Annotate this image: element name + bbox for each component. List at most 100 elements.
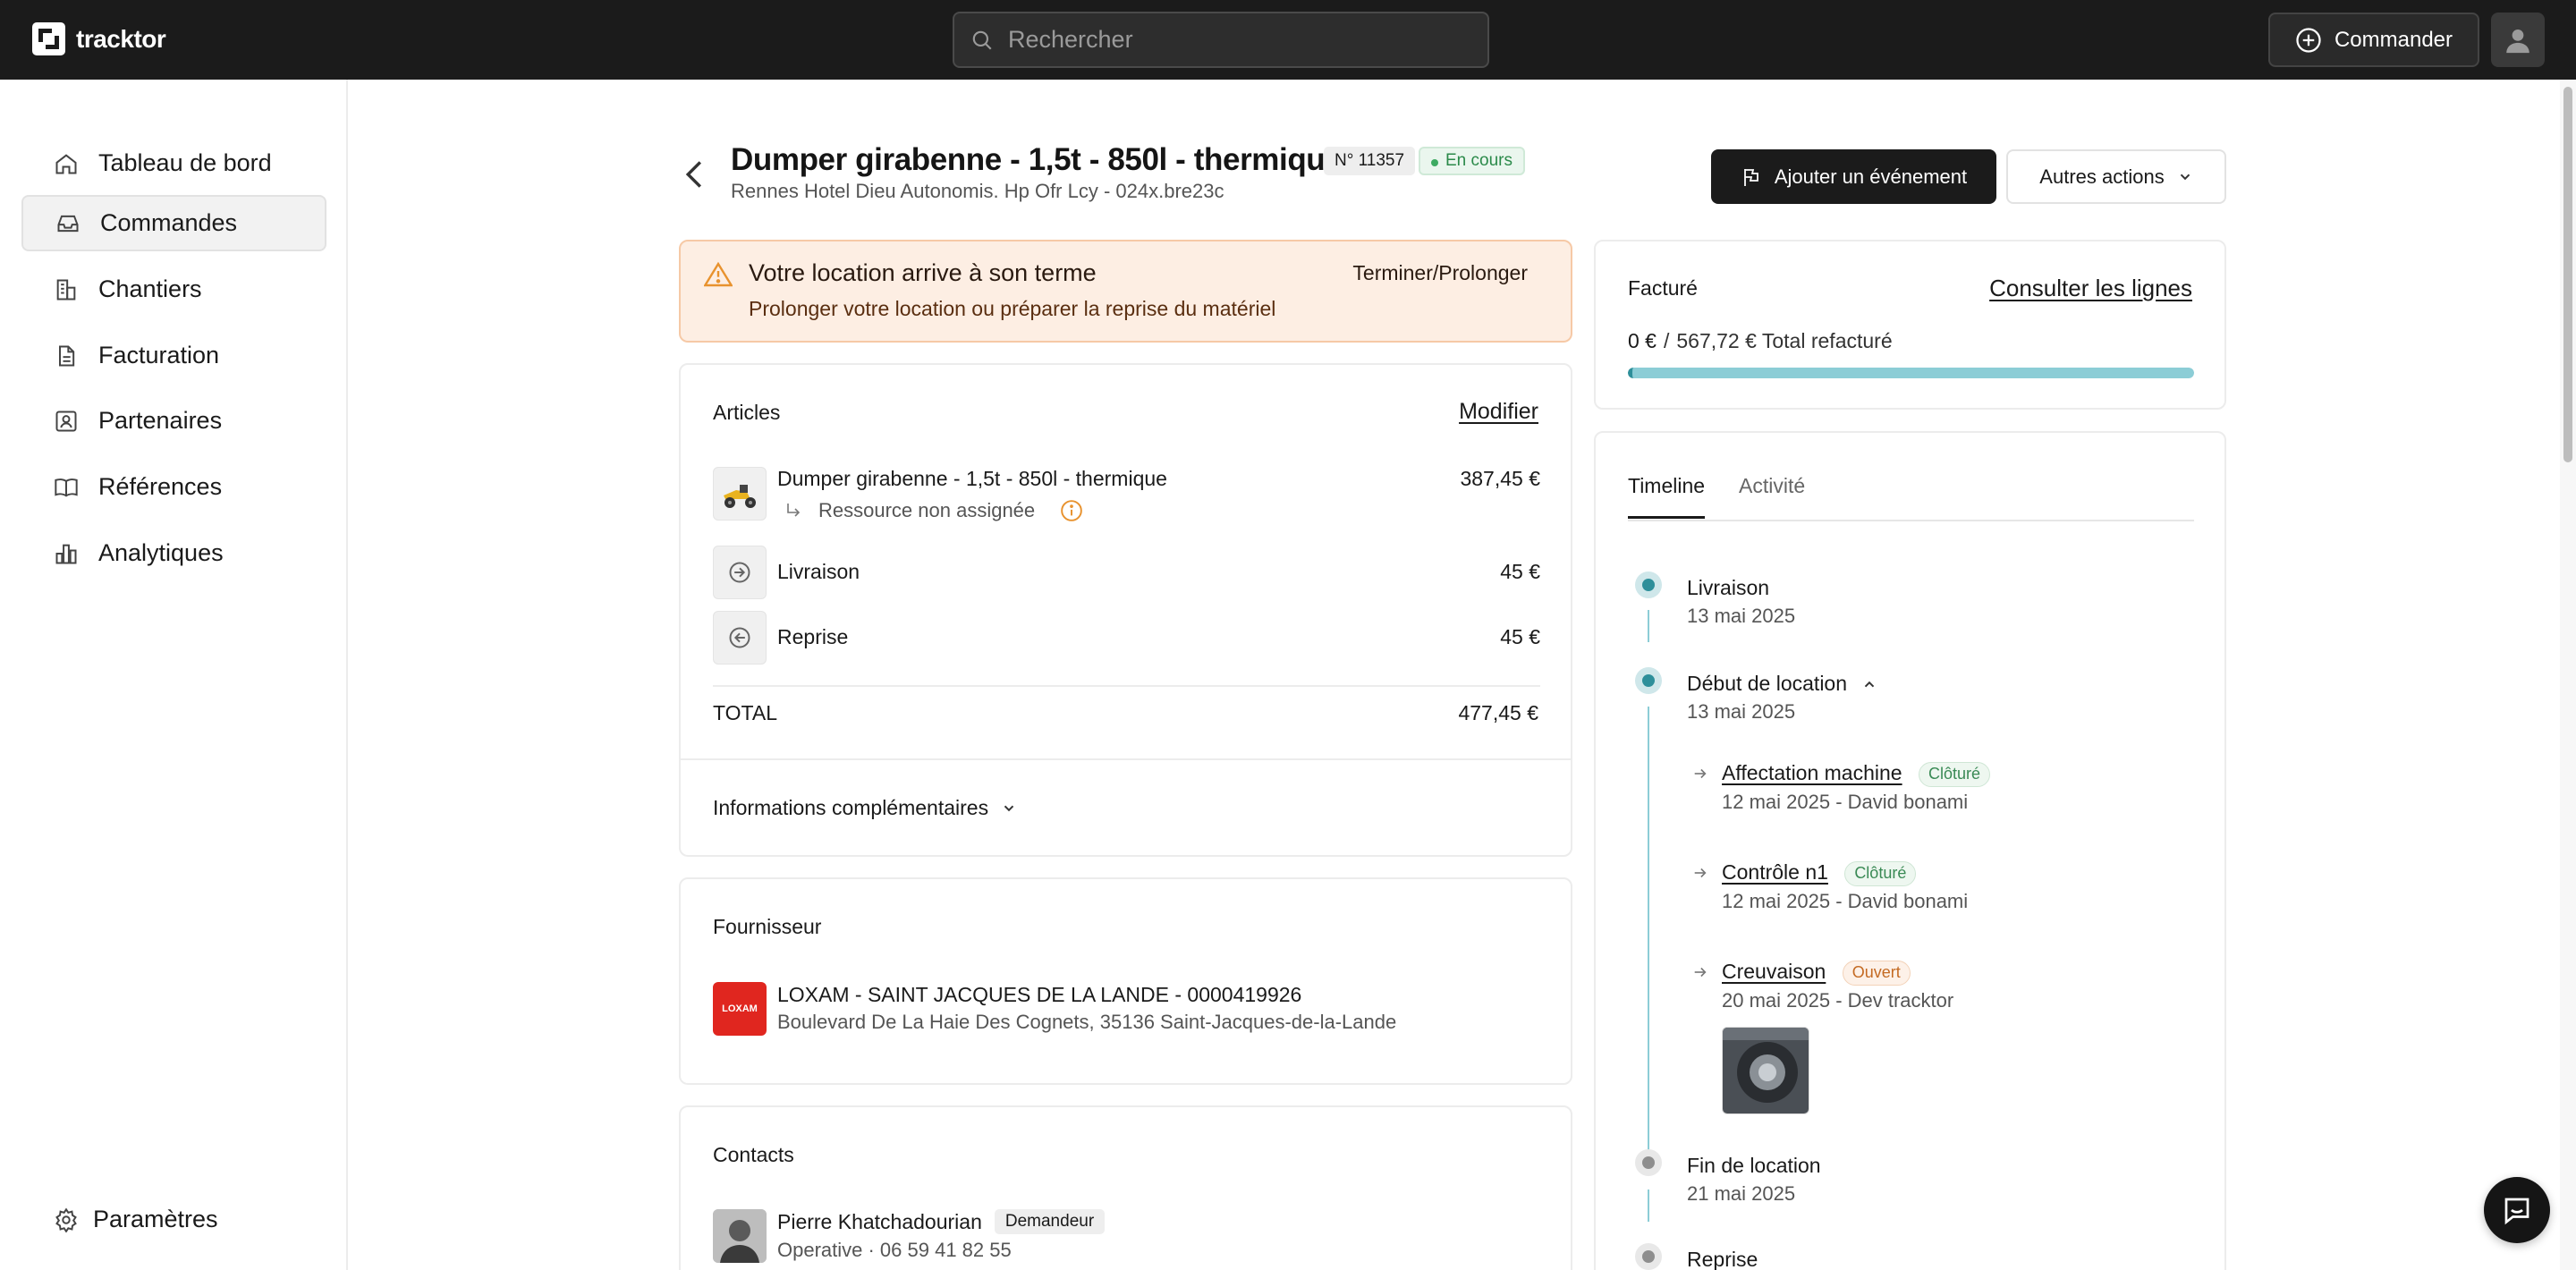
page-title: Dumper girabenne - 1,5t - 850l - thermiq…	[731, 142, 1343, 177]
sidebar-item-label: Analytiques	[98, 539, 224, 566]
sub-event-link[interactable]: Creuvaison	[1722, 960, 1826, 983]
total-label: TOTAL	[713, 701, 777, 724]
billing-card: Facturé Consulter les lignes 0 € / 567,7…	[1594, 240, 2226, 410]
loxam-logo-text: LOXAM	[722, 1003, 758, 1014]
bar-chart-icon	[55, 544, 77, 563]
commander-label: Commander	[2334, 27, 2453, 52]
sub-event-detail: 12 mai 2025 - David bonami	[1722, 791, 1969, 813]
timeline-event-title: Livraison	[1687, 576, 1770, 599]
timeline-event-title: Reprise	[1687, 1248, 1758, 1270]
more-info-toggle[interactable]: Informations complémentaires	[713, 796, 1017, 820]
avatar	[713, 1209, 767, 1263]
article-price: 387,45 €	[1460, 467, 1540, 490]
sidebar-item-parametres[interactable]: Paramètres	[21, 1191, 326, 1248]
scrollbar-thumb[interactable]	[2563, 87, 2572, 462]
status-tag: Clôturé	[1918, 761, 1991, 787]
add-event-label: Ajouter un événement	[1774, 165, 1968, 188]
sidebar-item-label: Chantiers	[98, 275, 202, 302]
other-actions-button[interactable]: Autres actions	[2006, 149, 2226, 204]
sidebar-item-facturation[interactable]: Facturation	[21, 327, 326, 384]
billing-heading: Facturé	[1628, 276, 1698, 300]
search-input[interactable]	[1008, 26, 1455, 54]
building-icon	[56, 279, 76, 300]
page-subtitle: Rennes Hotel Dieu Autonomis. Hp Ofr Lcy …	[731, 180, 1224, 202]
page-scrollbar[interactable]	[2560, 80, 2576, 1270]
sidebar: Tableau de bord Commandes Chantiers Fact…	[0, 80, 348, 1270]
chevron-down-icon	[1004, 805, 1014, 811]
article-name: Dumper girabenne - 1,5t - 850l - thermiq…	[777, 467, 1167, 490]
user-menu-button[interactable]	[2491, 13, 2545, 67]
sidebar-item-chantiers[interactable]: Chantiers	[21, 261, 326, 318]
sub-event-link[interactable]: Contrôle n1	[1722, 860, 1828, 884]
sidebar-item-tableau-de-bord[interactable]: Tableau de bord	[21, 135, 326, 191]
delivery-icon	[729, 562, 750, 583]
arrow-right-icon	[1694, 768, 1707, 779]
gear-icon	[55, 1207, 77, 1232]
supplier-card: Fournisseur LOXAM LOXAM - SAINT JACQUES …	[679, 877, 1572, 1085]
sidebar-item-analytiques[interactable]: Analytiques	[21, 525, 326, 581]
contact-detail: Operative · 06 59 41 82 55	[777, 1239, 1012, 1261]
resource-status: Ressource non assignée	[784, 499, 1083, 522]
article-row[interactable]: Reprise 45 €	[713, 611, 1540, 665]
resource-status-text: Ressource non assignée	[818, 499, 1036, 521]
tabs-divider	[1628, 520, 2194, 521]
timeline-event-date: 21 mai 2025	[1687, 1182, 1796, 1205]
document-icon	[59, 345, 75, 366]
billing-progress-bar	[1628, 368, 2194, 378]
terminate-extend-button[interactable]: Terminer/Prolonger	[1352, 261, 1528, 285]
sub-arrow-icon	[787, 504, 801, 517]
sub-event-header: Creuvaison Ouvert	[1722, 960, 1911, 986]
billing-progress-fill	[1628, 368, 2194, 378]
view-lines-link[interactable]: Consulter les lignes	[1989, 275, 2192, 302]
timeline-dot	[1635, 1243, 1662, 1270]
event-photo[interactable]	[1722, 1027, 1809, 1114]
contact-name: Pierre Khatchadourian	[777, 1209, 982, 1233]
delivery-thumbnail	[713, 546, 767, 599]
supplier-name: LOXAM - SAINT JACQUES DE LA LANDE - 0000…	[777, 983, 1302, 1006]
supplier-heading: Fournisseur	[713, 915, 822, 938]
timeline-event-date: 13 mai 2025	[1687, 700, 1796, 723]
sidebar-item-label: Tableau de bord	[98, 149, 272, 176]
tab-activite[interactable]: Activité	[1739, 474, 1805, 498]
article-name: Reprise	[777, 625, 849, 648]
article-row[interactable]: Dumper girabenne - 1,5t - 850l - thermiq…	[713, 467, 1540, 521]
edit-articles-link[interactable]: Modifier	[1459, 399, 1538, 425]
contacts-heading: Contacts	[713, 1143, 794, 1166]
timeline-dot	[1635, 572, 1662, 598]
app-name: tracktor	[76, 24, 166, 53]
billed-amount: 0 €	[1628, 329, 1657, 352]
tire-photo-icon	[1723, 1028, 1809, 1113]
sub-event-link[interactable]: Affectation machine	[1722, 761, 1902, 784]
sub-event-header: Contrôle n1 Clôturé	[1722, 860, 1917, 886]
dumper-icon	[724, 485, 756, 508]
info-icon[interactable]	[1060, 499, 1083, 522]
sidebar-item-label: Facturation	[98, 342, 220, 368]
status-tag: Clôturé	[1844, 860, 1917, 886]
sidebar-item-references[interactable]: Références	[21, 459, 326, 515]
status-badge: En cours	[1419, 147, 1525, 175]
sidebar-item-partenaires[interactable]: Partenaires	[21, 393, 326, 449]
plus-circle-icon	[2296, 27, 2321, 53]
article-price: 45 €	[1500, 560, 1540, 583]
sub-event-detail: 20 mai 2025 - Dev tracktor	[1722, 989, 1954, 1012]
chat-support-button[interactable]	[2484, 1177, 2550, 1243]
contact-name-row: Pierre Khatchadourian Demandeur	[777, 1209, 1106, 1234]
search-box[interactable]	[953, 12, 1489, 68]
timeline-card: Timeline Activité Livraison 13 mai 2025 …	[1594, 431, 2226, 1270]
sidebar-item-commandes[interactable]: Commandes	[21, 195, 326, 251]
supplier-address: Boulevard De La Haie Des Cognets, 35136 …	[777, 1011, 1397, 1033]
article-row[interactable]: Livraison 45 €	[713, 546, 1540, 599]
billing-total: 567,72 € Total refacturé	[1676, 329, 1893, 352]
tracktor-logo-icon	[32, 22, 65, 55]
settings-label: Paramètres	[93, 1206, 218, 1232]
back-arrow-icon[interactable]	[684, 159, 704, 190]
app-logo[interactable]: tracktor	[32, 22, 166, 55]
total-value: 477,45 €	[1458, 701, 1538, 724]
add-event-button[interactable]: Ajouter un événement	[1711, 149, 1996, 204]
commander-button[interactable]: Commander	[2268, 13, 2479, 67]
article-price: 45 €	[1500, 625, 1540, 648]
timeline-event-header[interactable]: Début de location	[1687, 672, 1877, 696]
timeline-line	[1648, 707, 1649, 1154]
tab-timeline[interactable]: Timeline	[1628, 474, 1706, 519]
arrow-right-icon	[1694, 868, 1707, 878]
